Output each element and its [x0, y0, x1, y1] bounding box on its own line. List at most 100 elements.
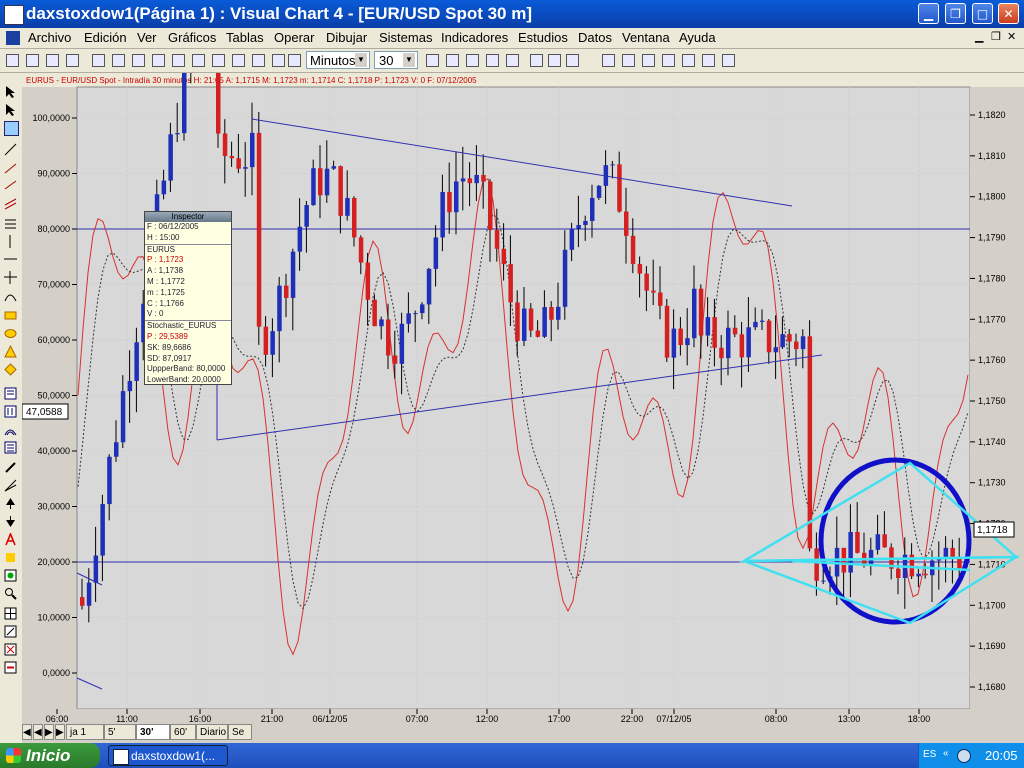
vertical-line-icon[interactable] [4, 235, 17, 248]
zoom-out-icon[interactable] [484, 52, 500, 68]
menu-ayuda[interactable]: Ayuda [679, 30, 716, 45]
channel-icon[interactable] [4, 197, 17, 210]
chart-canvas[interactable]: EURUS - EUR/USD Spot - Intradía 30 minut… [22, 73, 1024, 743]
taskbar-app-button[interactable]: daxstoxdow1(... [108, 745, 228, 766]
network-icon[interactable] [957, 749, 971, 763]
app-icon[interactable] [4, 5, 24, 25]
notes-icon[interactable] [230, 52, 246, 68]
menu-estudios[interactable]: Estudios [518, 30, 568, 45]
settings-icon[interactable] [250, 52, 266, 68]
chart-icon[interactable] [110, 52, 126, 68]
alert-icon[interactable] [4, 643, 17, 656]
plot-area[interactable] [76, 86, 971, 710]
interval-select[interactable]: 30 ▼ [374, 51, 418, 69]
menu-ventana[interactable]: Ventana [622, 30, 670, 45]
list-icon[interactable] [4, 441, 17, 454]
diamond-icon[interactable] [4, 363, 17, 376]
tab-scroll-next[interactable]: ▶ [44, 724, 54, 740]
tab-scroll-last[interactable]: ▶ [55, 724, 65, 740]
close-button[interactable]: ✕ [998, 3, 1019, 24]
link-icon[interactable] [270, 52, 286, 68]
grid-tool-icon[interactable] [4, 607, 17, 620]
rectangle-icon[interactable] [4, 309, 17, 322]
tab-60-min[interactable]: 60' [170, 724, 196, 740]
zoom-fit-icon[interactable] [504, 52, 520, 68]
menu-archivo[interactable]: Archivo [28, 30, 71, 45]
chart-bars-icon[interactable] [130, 52, 146, 68]
menu-tablas[interactable]: Tablas [226, 30, 264, 45]
arrow-down-icon[interactable] [4, 515, 17, 528]
layout-6-icon[interactable] [700, 52, 716, 68]
timeframe-select[interactable]: Minutos ▼ [306, 51, 370, 69]
tab-scroll-prev[interactable]: ◀ [33, 724, 43, 740]
minimize-button[interactable]: ▁ [918, 3, 939, 24]
draw-icon[interactable] [564, 52, 580, 68]
grid-icon[interactable] [170, 52, 186, 68]
select-icon[interactable] [4, 103, 17, 116]
menu-datos[interactable]: Datos [578, 30, 612, 45]
layout-7-icon[interactable] [720, 52, 736, 68]
gann-icon[interactable] [4, 479, 17, 492]
fill-icon[interactable] [4, 551, 17, 564]
layout-4-icon[interactable] [660, 52, 676, 68]
tab-diario[interactable]: Diario [196, 724, 228, 740]
collapse-tray-icon[interactable]: « [943, 748, 949, 759]
mdi-close-icon[interactable]: ✕ [1007, 30, 1016, 43]
tab-semanal[interactable]: Se [228, 724, 252, 740]
menu-dibujar[interactable]: Dibujar [326, 30, 367, 45]
tab-5-min[interactable]: 5' [104, 724, 136, 740]
horizontal-line-icon[interactable] [4, 253, 17, 266]
chevron-down-icon[interactable]: ▼ [403, 53, 415, 67]
print-icon[interactable] [64, 52, 80, 68]
arc-icon[interactable] [4, 289, 17, 302]
open-icon[interactable] [24, 52, 40, 68]
start-button[interactable]: Inicio [0, 743, 100, 768]
language-indicator[interactable]: ES [923, 749, 936, 760]
line-icon[interactable] [4, 143, 17, 156]
layout-3-icon[interactable] [640, 52, 656, 68]
color-icon[interactable] [190, 52, 206, 68]
marker-icon[interactable] [4, 569, 17, 582]
mdi-minimize-icon[interactable]: ▁ [975, 30, 983, 43]
tab-scroll-first[interactable]: ◀ [22, 724, 32, 740]
save-icon[interactable] [44, 52, 60, 68]
signal-icon[interactable] [4, 423, 17, 436]
bars-icon[interactable] [4, 405, 17, 418]
menu-indicadores[interactable]: Indicadores [441, 30, 508, 45]
menu-ver[interactable]: Ver [137, 30, 157, 45]
new-icon[interactable] [4, 52, 20, 68]
compress-icon[interactable] [424, 52, 440, 68]
window-title-bar[interactable]: daxstoxdow1(Página 1) : Visual Chart 4 -… [0, 0, 1024, 28]
menu-graficos[interactable]: Gráficos [168, 30, 216, 45]
fibonacci-icon[interactable] [4, 217, 17, 230]
menu-operar[interactable]: Operar [274, 30, 314, 45]
text-icon[interactable] [4, 531, 17, 546]
camera-icon[interactable] [210, 52, 226, 68]
layout-2-icon[interactable] [620, 52, 636, 68]
magnifier-icon[interactable] [4, 587, 17, 600]
crosshair-icon[interactable] [546, 52, 562, 68]
mdi-restore-icon[interactable]: ❐ [991, 30, 1001, 43]
trendline-icon[interactable] [4, 161, 17, 174]
triangle-icon[interactable] [4, 344, 17, 358]
pointer-icon[interactable] [4, 85, 17, 98]
tab-page-1[interactable]: ja 1 [66, 724, 104, 740]
zoom-in-icon[interactable] [464, 52, 480, 68]
arrow-up-icon[interactable] [4, 497, 17, 510]
expand-icon[interactable] [444, 52, 460, 68]
cursor-icon[interactable] [528, 52, 544, 68]
frame-icon[interactable] [4, 121, 19, 136]
measure-icon[interactable] [4, 625, 17, 638]
inspector-title[interactable]: Inspector [145, 212, 231, 222]
maximize-button[interactable]: □ [972, 3, 993, 24]
document-icon[interactable] [6, 31, 20, 45]
delete-drawing-icon[interactable] [4, 661, 17, 674]
ellipse-icon[interactable] [4, 327, 17, 340]
chevron-down-icon[interactable]: ▼ [355, 53, 367, 67]
window-icon[interactable] [90, 52, 106, 68]
pen-icon[interactable] [286, 52, 302, 68]
ray-icon[interactable] [4, 179, 17, 192]
inspector-panel[interactable]: Inspector F : 06/12/2005 H : 15:00 EURUS… [144, 211, 232, 385]
layout-5-icon[interactable] [680, 52, 696, 68]
cross-icon[interactable] [4, 271, 17, 284]
